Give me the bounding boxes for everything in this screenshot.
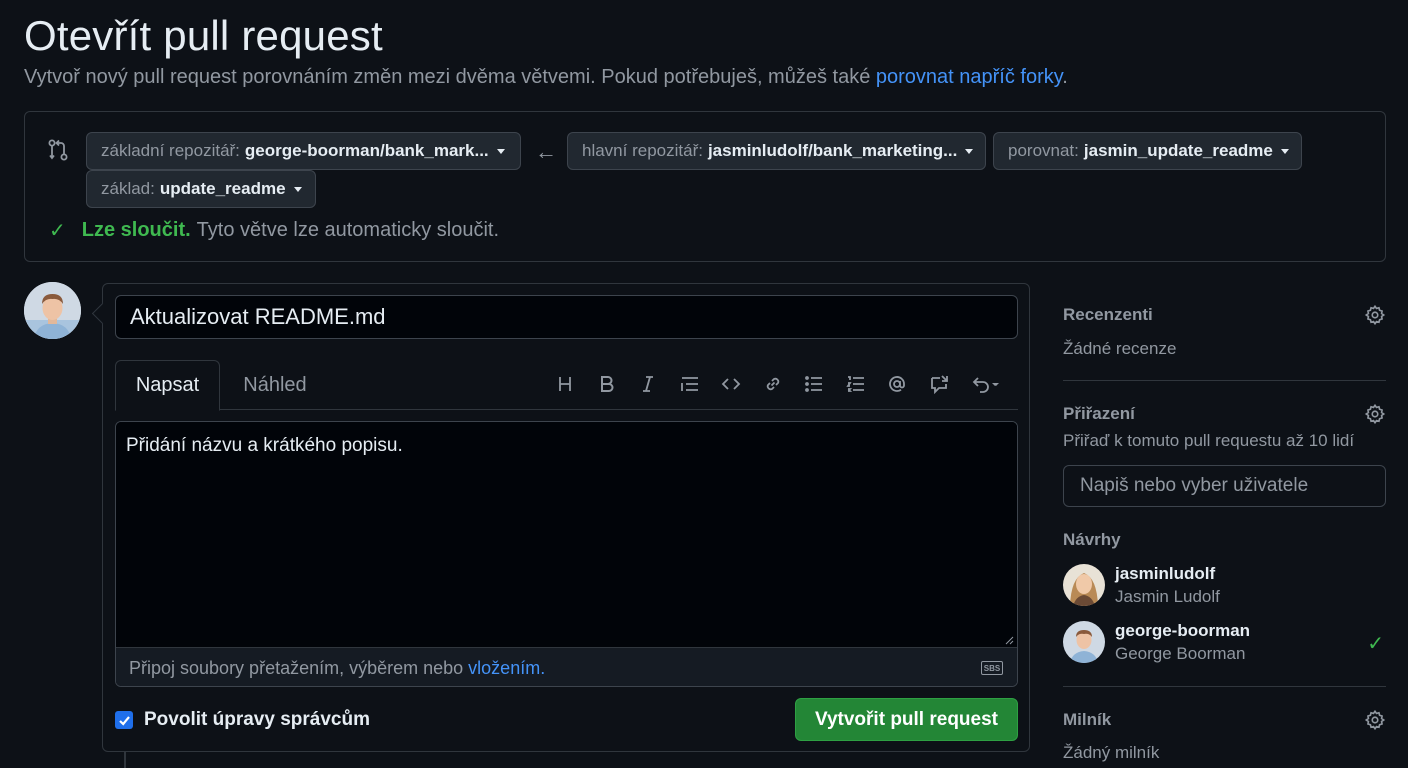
italic-icon[interactable] — [634, 370, 662, 398]
merge-status-ok: Lze sloučit. — [81, 219, 191, 241]
resize-handle-icon[interactable] — [1004, 635, 1014, 645]
pr-title-input[interactable] — [115, 295, 1018, 339]
gear-icon[interactable] — [1364, 304, 1386, 326]
markdown-toolbar — [551, 370, 1018, 398]
unordered-list-icon[interactable] — [800, 370, 828, 398]
mention-icon[interactable] — [883, 370, 911, 398]
assignees-title: Přiřazení — [1063, 404, 1135, 423]
page-subtitle: Vytvoř nový pull request porovnáním změn… — [24, 66, 1068, 88]
git-compare-icon — [48, 139, 68, 161]
avatar[interactable] — [24, 282, 81, 339]
pr-body-textarea[interactable]: Přidání názvu a krátkého popisu. — [116, 422, 1017, 648]
suggestion-name: Jasmin Ludolf — [1115, 586, 1220, 606]
ordered-list-icon[interactable] — [842, 370, 870, 398]
avatar — [1063, 621, 1105, 663]
assignees-hint: Přiřaď k tomuto pull requestu až 10 lidí — [1063, 431, 1355, 450]
merge-status-text: Tyto větve lze automaticky sloučit. — [196, 219, 500, 241]
suggestions-section: Návrhy — [1063, 530, 1386, 550]
reference-icon[interactable] — [925, 370, 953, 398]
code-icon[interactable] — [717, 370, 745, 398]
page-title: Otevřít pull request — [24, 12, 383, 59]
compare-branch-select[interactable]: porovnat: jasmin_update_readme — [993, 132, 1302, 170]
head-repository-select[interactable]: hlavní repozitář: jasminludolf/bank_marke… — [567, 132, 986, 170]
suggestion-login: jasminludolf — [1115, 563, 1216, 583]
assignees-section: Přiřazení Přiřaď k tomuto pull requestu … — [1063, 403, 1386, 451]
suggestion-login: george-boorman — [1115, 620, 1251, 640]
suggestions-title: Návrhy — [1063, 530, 1121, 549]
comment-editor: Přidání názvu a krátkého popisu. Připoj … — [115, 421, 1018, 687]
milestone-section: Milník Žádný milník — [1063, 709, 1386, 763]
check-icon: ✓ — [49, 220, 66, 242]
markdown-icon[interactable]: SBS — [981, 661, 1003, 675]
arrow-left-icon: ← — [535, 139, 557, 164]
quote-icon[interactable] — [676, 370, 704, 398]
tab-write[interactable]: Napsat — [115, 360, 220, 411]
reviewers-title: Recenzenti — [1063, 305, 1153, 324]
link-icon[interactable] — [759, 370, 787, 398]
gear-icon[interactable] — [1364, 403, 1386, 425]
base-repository-select[interactable]: základní repozitář: george-boorman/bank_m… — [86, 132, 521, 170]
assignee-search-input[interactable] — [1063, 465, 1386, 507]
suggestion-name: George Boorman — [1115, 643, 1246, 663]
undo-icon[interactable] — [966, 370, 1004, 398]
bold-icon[interactable] — [593, 370, 621, 398]
base-branch-select[interactable]: základ: update_readme — [86, 170, 316, 208]
suggestion-item[interactable]: jasminludolf Jasmin Ludolf — [1063, 564, 1386, 606]
suggestion-item[interactable]: george-boorman George Boorman ✓ — [1063, 621, 1386, 663]
checkmark-icon — [118, 715, 130, 726]
allow-maintainer-edits[interactable]: Povolit úpravy správcům — [115, 709, 370, 731]
timeline-line — [124, 752, 126, 768]
create-pull-request-button[interactable]: Vytvořit pull request — [795, 698, 1018, 741]
chevron-down-icon — [1280, 148, 1289, 154]
avatar — [1063, 564, 1105, 606]
reviewers-value: Žádné recenze — [1063, 339, 1177, 358]
paste-link[interactable]: vložením. — [468, 658, 545, 679]
heading-icon[interactable] — [551, 370, 579, 398]
gear-icon[interactable] — [1364, 709, 1386, 731]
user-avatar-icon — [24, 282, 81, 339]
merge-status: ✓ Lze sloučit. Tyto větve lze automatick… — [49, 218, 499, 243]
chevron-down-icon — [965, 148, 974, 154]
pull-request-composer: Napsat Náhled — [102, 283, 1030, 752]
chevron-down-icon — [293, 186, 302, 192]
tab-preview[interactable]: Náhled — [223, 360, 327, 411]
milestone-title: Milník — [1063, 710, 1112, 729]
compare-box: základní repozitář: george-boorman/bank_m… — [24, 111, 1386, 262]
attach-files-bar[interactable]: Připoj soubory přetažením, výběrem nebo v… — [116, 648, 1017, 686]
compare-across-forks-link[interactable]: porovnat napříč forky — [876, 66, 1062, 88]
milestone-value: Žádný milník — [1063, 743, 1160, 762]
chevron-down-icon — [496, 148, 505, 154]
allow-edits-checkbox[interactable] — [115, 711, 133, 729]
check-icon: ✓ — [1367, 633, 1384, 655]
reviewers-section: Recenzenti Žádné recenze — [1063, 304, 1386, 359]
